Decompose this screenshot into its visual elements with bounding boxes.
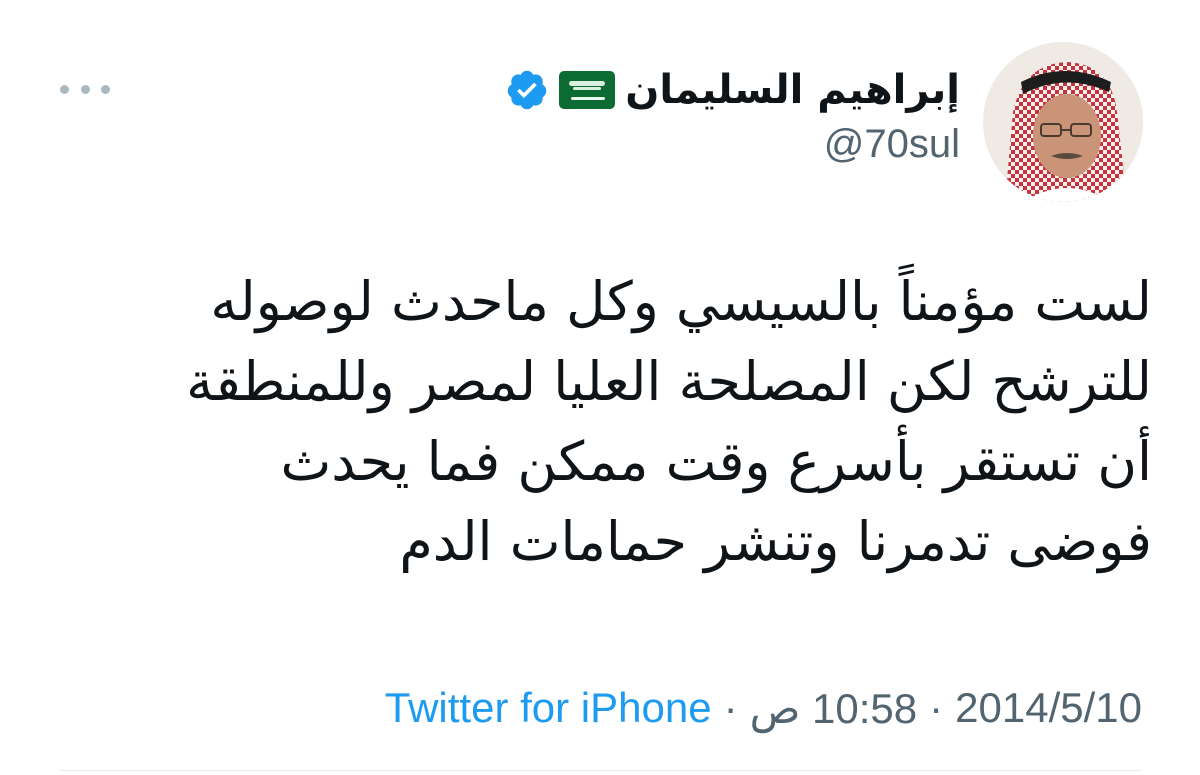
saudi-flag-icon bbox=[559, 71, 616, 109]
more-options-icon[interactable] bbox=[60, 74, 110, 104]
avatar-photo bbox=[983, 42, 1143, 202]
dot bbox=[60, 84, 69, 94]
display-name[interactable]: إبراهيم السليمان bbox=[625, 67, 960, 113]
tweet-card: إبراهيم السليمان @70sul لست مؤمناً بالسي… bbox=[0, 0, 1200, 775]
dot bbox=[80, 84, 90, 94]
tweet-source-link[interactable]: Twitter for iPhone bbox=[385, 684, 712, 732]
tweet-time[interactable]: 10:58 ص bbox=[750, 684, 918, 733]
tweet-date[interactable]: 2014/5/10 bbox=[955, 684, 1142, 732]
verified-badge-icon bbox=[507, 70, 547, 110]
tweet-line: أن تستقر بأسرع وقت ممكن فما يحدث bbox=[280, 430, 1152, 493]
tweet-text: لست مؤمناً بالسيسي وكل ماحدث لوصوله للتر… bbox=[72, 262, 1152, 582]
meta-separator: · bbox=[723, 684, 738, 731]
tweet-meta: Twitter for iPhone · 10:58 ص · 2014/5/10 bbox=[385, 680, 1142, 736]
dot bbox=[101, 84, 110, 94]
tweet-line: لست مؤمناً بالسيسي وكل ماحدث لوصوله bbox=[210, 270, 1152, 333]
user-name-row: إبراهيم السليمان bbox=[505, 62, 960, 118]
tweet-line: فوضى تدمرنا وتنشر حمامات الدم bbox=[399, 510, 1152, 573]
user-handle[interactable]: @70sul bbox=[824, 122, 960, 167]
tweet-line: للترشح لكن المصلحة العليا لمصر وللمنطقة bbox=[186, 350, 1152, 413]
avatar[interactable] bbox=[983, 42, 1143, 202]
meta-separator: · bbox=[929, 684, 944, 731]
divider bbox=[60, 770, 1142, 771]
